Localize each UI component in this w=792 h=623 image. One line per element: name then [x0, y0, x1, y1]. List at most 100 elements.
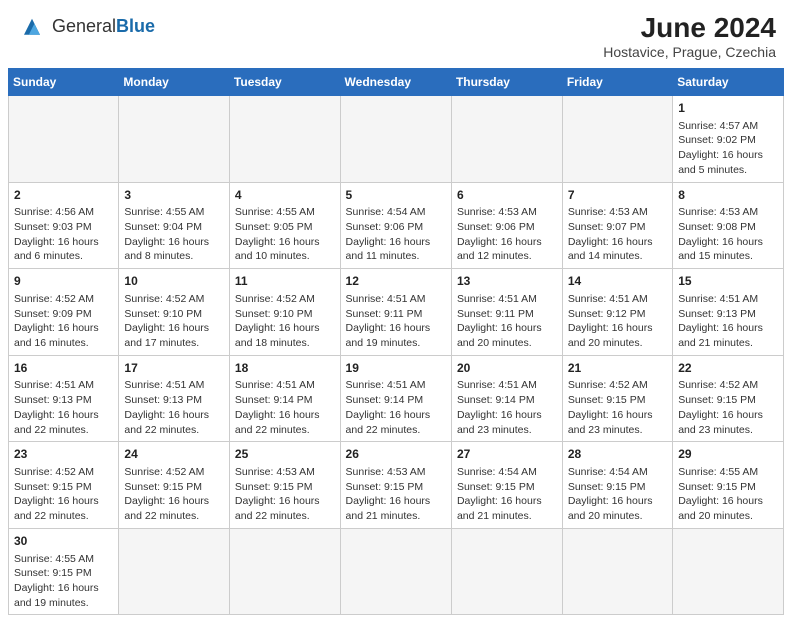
month-year-title: June 2024 [603, 12, 776, 44]
day-info: Sunrise: 4:53 AM Sunset: 9:15 PM Dayligh… [346, 466, 431, 522]
calendar-day-cell: 27Sunrise: 4:54 AM Sunset: 9:15 PM Dayli… [451, 442, 562, 529]
col-saturday: Saturday [673, 69, 784, 96]
calendar-day-cell: 13Sunrise: 4:51 AM Sunset: 9:11 PM Dayli… [451, 269, 562, 356]
calendar-day-cell: 20 Sunrise: 4:51 AM Sunset: 9:14 PM Dayli… [451, 355, 562, 442]
title-block: June 2024 Hostavice, Prague, Czechia [603, 12, 776, 60]
day-number: 17 [124, 360, 224, 377]
calendar-day-cell: 7Sunrise: 4:53 AM Sunset: 9:07 PM Daylig… [562, 182, 672, 269]
day-info: Sunrise: 4:51 AM Sunset: 9:14 PM Dayligh… [235, 379, 320, 435]
day-number: 24 [124, 446, 224, 463]
calendar-day-cell [562, 528, 672, 615]
day-number: 12 [346, 273, 446, 290]
calendar-week-row: 30 Sunrise: 4:55 AM Sunset: 9:15 PM Dayli… [9, 528, 784, 615]
calendar-day-cell: 30 Sunrise: 4:55 AM Sunset: 9:15 PM Dayli… [9, 528, 119, 615]
day-number: 4 [235, 187, 335, 204]
calendar-day-cell: 26 Sunrise: 4:53 AM Sunset: 9:15 PM Dayli… [340, 442, 451, 529]
calendar-day-cell [9, 96, 119, 183]
day-info: Sunrise: 4:53 AM Sunset: 9:06 PM Dayligh… [457, 206, 542, 262]
day-info: Sunrise: 4:51 AM Sunset: 9:13 PM Dayligh… [14, 379, 99, 435]
calendar-week-row: 16 Sunrise: 4:51 AM Sunset: 9:13 PM Dayli… [9, 355, 784, 442]
calendar-day-cell: 21 Sunrise: 4:52 AM Sunset: 9:15 PM Dayli… [562, 355, 672, 442]
day-number: 9 [14, 273, 113, 290]
calendar-day-cell: 19 Sunrise: 4:51 AM Sunset: 9:14 PM Dayli… [340, 355, 451, 442]
day-info: Sunrise: 4:52 AM Sunset: 9:15 PM Dayligh… [124, 466, 209, 522]
calendar-day-cell: 11Sunrise: 4:52 AM Sunset: 9:10 PM Dayli… [229, 269, 340, 356]
day-info: Sunrise: 4:55 AM Sunset: 9:15 PM Dayligh… [678, 466, 763, 522]
calendar-day-cell: 18 Sunrise: 4:51 AM Sunset: 9:14 PM Dayli… [229, 355, 340, 442]
calendar-day-cell: 23Sunrise: 4:52 AM Sunset: 9:15 PM Dayli… [9, 442, 119, 529]
day-info: Sunrise: 4:57 AM Sunset: 9:02 PM Dayligh… [678, 120, 763, 176]
calendar-day-cell: 29 Sunrise: 4:55 AM Sunset: 9:15 PM Dayli… [673, 442, 784, 529]
day-info: Sunrise: 4:53 AM Sunset: 9:15 PM Dayligh… [235, 466, 320, 522]
day-info: Sunrise: 4:51 AM Sunset: 9:11 PM Dayligh… [346, 293, 431, 349]
day-info: Sunrise: 4:54 AM Sunset: 9:15 PM Dayligh… [457, 466, 542, 522]
day-info: Sunrise: 4:51 AM Sunset: 9:13 PM Dayligh… [124, 379, 209, 435]
calendar-day-cell [119, 96, 230, 183]
calendar-day-cell: 4 Sunrise: 4:55 AM Sunset: 9:05 PM Daylig… [229, 182, 340, 269]
day-number: 16 [14, 360, 113, 377]
calendar-day-cell [340, 528, 451, 615]
calendar-wrapper: Sunday Monday Tuesday Wednesday Thursday… [0, 68, 792, 623]
day-number: 15 [678, 273, 778, 290]
day-number: 1 [678, 100, 778, 117]
day-number: 22 [678, 360, 778, 377]
calendar-day-cell: 10 Sunrise: 4:52 AM Sunset: 9:10 PM Dayli… [119, 269, 230, 356]
calendar-day-cell: 28Sunrise: 4:54 AM Sunset: 9:15 PM Dayli… [562, 442, 672, 529]
day-info: Sunrise: 4:51 AM Sunset: 9:13 PM Dayligh… [678, 293, 763, 349]
calendar-day-cell: 8 Sunrise: 4:53 AM Sunset: 9:08 PM Daylig… [673, 182, 784, 269]
day-info: Sunrise: 4:54 AM Sunset: 9:15 PM Dayligh… [568, 466, 653, 522]
col-monday: Monday [119, 69, 230, 96]
calendar-day-cell: 17 Sunrise: 4:51 AM Sunset: 9:13 PM Dayli… [119, 355, 230, 442]
day-info: Sunrise: 4:53 AM Sunset: 9:08 PM Dayligh… [678, 206, 763, 262]
calendar-day-cell: 2 Sunrise: 4:56 AM Sunset: 9:03 PM Daylig… [9, 182, 119, 269]
calendar-week-row: 2 Sunrise: 4:56 AM Sunset: 9:03 PM Daylig… [9, 182, 784, 269]
calendar-table: Sunday Monday Tuesday Wednesday Thursday… [8, 68, 784, 615]
calendar-day-cell [229, 96, 340, 183]
day-number: 25 [235, 446, 335, 463]
day-info: Sunrise: 4:52 AM Sunset: 9:15 PM Dayligh… [568, 379, 653, 435]
calendar-day-cell: 24 Sunrise: 4:52 AM Sunset: 9:15 PM Dayli… [119, 442, 230, 529]
day-number: 21 [568, 360, 667, 377]
calendar-day-cell: 15 Sunrise: 4:51 AM Sunset: 9:13 PM Dayli… [673, 269, 784, 356]
day-number: 2 [14, 187, 113, 204]
calendar-day-cell: 22 Sunrise: 4:52 AM Sunset: 9:15 PM Dayli… [673, 355, 784, 442]
day-number: 29 [678, 446, 778, 463]
calendar-week-row: 23Sunrise: 4:52 AM Sunset: 9:15 PM Dayli… [9, 442, 784, 529]
day-number: 30 [14, 533, 113, 550]
calendar-day-cell [451, 96, 562, 183]
calendar-week-row: 9 Sunrise: 4:52 AM Sunset: 9:09 PM Daylig… [9, 269, 784, 356]
day-info: Sunrise: 4:51 AM Sunset: 9:14 PM Dayligh… [457, 379, 542, 435]
col-wednesday: Wednesday [340, 69, 451, 96]
day-info: Sunrise: 4:56 AM Sunset: 9:03 PM Dayligh… [14, 206, 99, 262]
day-number: 5 [346, 187, 446, 204]
day-number: 8 [678, 187, 778, 204]
day-info: Sunrise: 4:52 AM Sunset: 9:15 PM Dayligh… [14, 466, 99, 522]
calendar-week-row: 1 Sunrise: 4:57 AM Sunset: 9:02 PM Daylig… [9, 96, 784, 183]
day-number: 20 [457, 360, 557, 377]
day-info: Sunrise: 4:52 AM Sunset: 9:10 PM Dayligh… [124, 293, 209, 349]
day-number: 11 [235, 273, 335, 290]
calendar-day-cell: 25 Sunrise: 4:53 AM Sunset: 9:15 PM Dayli… [229, 442, 340, 529]
logo: GeneralBlue [16, 12, 155, 40]
day-number: 26 [346, 446, 446, 463]
day-info: Sunrise: 4:51 AM Sunset: 9:11 PM Dayligh… [457, 293, 542, 349]
calendar-day-cell [340, 96, 451, 183]
day-number: 7 [568, 187, 667, 204]
calendar-header-row: Sunday Monday Tuesday Wednesday Thursday… [9, 69, 784, 96]
col-tuesday: Tuesday [229, 69, 340, 96]
day-info: Sunrise: 4:51 AM Sunset: 9:14 PM Dayligh… [346, 379, 431, 435]
day-number: 10 [124, 273, 224, 290]
calendar-day-cell: 1 Sunrise: 4:57 AM Sunset: 9:02 PM Daylig… [673, 96, 784, 183]
calendar-day-cell: 6Sunrise: 4:53 AM Sunset: 9:06 PM Daylig… [451, 182, 562, 269]
calendar-day-cell: 14Sunrise: 4:51 AM Sunset: 9:12 PM Dayli… [562, 269, 672, 356]
day-info: Sunrise: 4:55 AM Sunset: 9:15 PM Dayligh… [14, 553, 99, 609]
day-number: 18 [235, 360, 335, 377]
calendar-day-cell: 3Sunrise: 4:55 AM Sunset: 9:04 PM Daylig… [119, 182, 230, 269]
calendar-day-cell [562, 96, 672, 183]
day-info: Sunrise: 4:55 AM Sunset: 9:05 PM Dayligh… [235, 206, 320, 262]
calendar-day-cell [673, 528, 784, 615]
day-info: Sunrise: 4:52 AM Sunset: 9:09 PM Dayligh… [14, 293, 99, 349]
calendar-day-cell [229, 528, 340, 615]
day-number: 19 [346, 360, 446, 377]
day-info: Sunrise: 4:52 AM Sunset: 9:15 PM Dayligh… [678, 379, 763, 435]
